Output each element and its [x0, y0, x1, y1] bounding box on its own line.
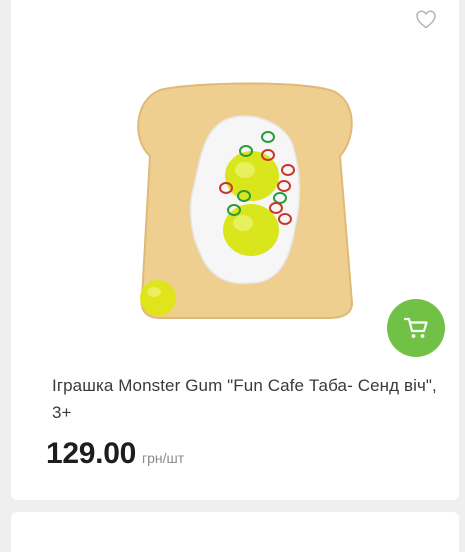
heart-outline-icon — [416, 10, 436, 29]
shopping-cart-icon — [403, 317, 428, 338]
add-to-cart-button[interactable] — [387, 299, 445, 357]
favorite-button[interactable] — [414, 7, 438, 31]
product-image[interactable] — [130, 78, 362, 324]
price-unit: грн/шт — [141, 450, 185, 466]
price-row: 129.00 грн/шт — [46, 437, 184, 471]
next-product-card[interactable] — [11, 512, 459, 552]
product-price: 129.00 — [46, 437, 136, 470]
product-card[interactable]: Іграшка Monster Gum "Fun Cafe Таба- Сенд… — [11, 0, 459, 500]
product-title[interactable]: Іграшка Monster Gum "Fun Cafe Таба- Сенд… — [52, 372, 447, 426]
toast-with-egg-toy-image — [137, 82, 354, 319]
